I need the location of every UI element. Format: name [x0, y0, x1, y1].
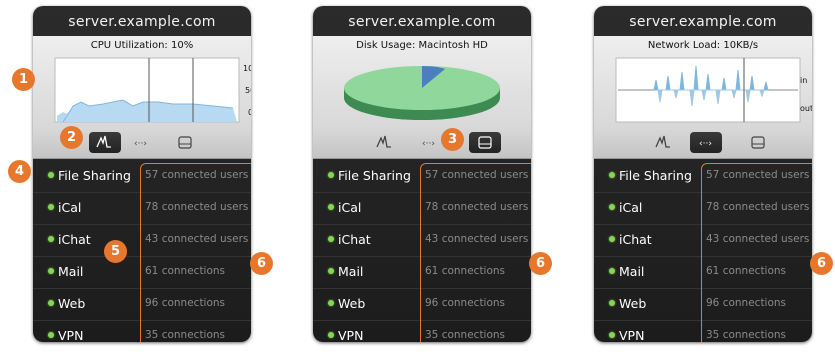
- tab-cpu[interactable]: [648, 132, 680, 153]
- values-highlight-box: [140, 163, 251, 342]
- callout-badge-2: 2: [60, 126, 83, 149]
- disk-drive-icon: [751, 136, 765, 149]
- y-axis-label-50: 50: [245, 86, 251, 95]
- server-status-panel-network: server.example.com Network Load: 10KB/s …: [594, 6, 812, 342]
- y-axis-label-100: 100: [243, 64, 251, 73]
- server-status-panel-cpu: server.example.com CPU Utilization: 10% …: [33, 6, 251, 342]
- svg-text:‹··›: ‹··›: [699, 139, 712, 149]
- service-name: iChat: [619, 232, 652, 247]
- status-dot: [48, 332, 54, 338]
- service-name: File Sharing: [619, 168, 692, 183]
- server-status-panel-disk: server.example.com Disk Usage: Macintosh…: [313, 6, 531, 342]
- panel-title: server.example.com: [68, 14, 216, 30]
- callout-badge-3: 3: [441, 128, 464, 151]
- disk-drive-icon: [178, 136, 192, 149]
- tab-network[interactable]: ‹··›: [690, 132, 722, 153]
- status-dot: [48, 268, 54, 274]
- status-dot: [328, 300, 334, 306]
- disk-graph: Disk Usage: Macintosh HD: [313, 36, 531, 128]
- callout-badge-1: 1: [12, 68, 35, 91]
- service-name: File Sharing: [338, 168, 411, 183]
- panel-title: server.example.com: [348, 14, 496, 30]
- tab-cpu[interactable]: [89, 132, 121, 153]
- status-dot: [328, 332, 334, 338]
- status-dot: [328, 236, 334, 242]
- svg-text:‹··›: ‹··›: [422, 139, 435, 149]
- callout-badge-4: 4: [8, 160, 31, 183]
- status-dot: [609, 172, 615, 178]
- status-dot: [609, 204, 615, 210]
- y-axis-label-out: out: [800, 104, 812, 113]
- network-load-chart: [615, 57, 801, 123]
- status-dot: [609, 236, 615, 242]
- status-dot: [328, 172, 334, 178]
- service-name: VPN: [338, 328, 364, 342]
- status-dot: [328, 268, 334, 274]
- cpu-graph-icon: [376, 135, 391, 148]
- disk-usage-pie: [344, 66, 500, 120]
- status-dot: [48, 300, 54, 306]
- y-axis-label-in: in: [800, 76, 808, 85]
- cpu-graph-icon: [655, 135, 670, 148]
- disk-drive-icon: [478, 136, 492, 149]
- service-name: Web: [58, 296, 86, 311]
- service-name: Mail: [619, 264, 645, 279]
- service-name: Web: [619, 296, 647, 311]
- tab-disk[interactable]: [169, 132, 201, 153]
- service-name: VPN: [619, 328, 645, 342]
- service-name: Web: [338, 296, 366, 311]
- network-arrows-icon: ‹··›: [134, 139, 147, 149]
- tab-cpu[interactable]: [369, 132, 401, 153]
- service-name: iCal: [338, 200, 362, 215]
- service-name: iCal: [619, 200, 643, 215]
- panel-title: server.example.com: [629, 14, 777, 30]
- service-name: File Sharing: [58, 168, 131, 183]
- status-dot: [609, 332, 615, 338]
- service-name: iChat: [58, 232, 91, 247]
- values-highlight-box: [701, 163, 812, 342]
- status-dot: [48, 172, 54, 178]
- service-name: iChat: [338, 232, 371, 247]
- values-highlight-box: [420, 163, 531, 342]
- status-dot: [609, 300, 615, 306]
- service-name: Mail: [58, 264, 84, 279]
- callout-badge-6: 6: [529, 252, 552, 275]
- callout-badge-6: 6: [810, 252, 833, 275]
- service-name: VPN: [58, 328, 84, 342]
- callout-badge-6: 6: [250, 252, 273, 275]
- status-dot: [48, 236, 54, 242]
- network-arrows-icon: ‹··›: [422, 139, 435, 149]
- network-graph: Network Load: 10KB/s in out: [594, 36, 812, 128]
- status-dot: [609, 268, 615, 274]
- status-dot: [328, 204, 334, 210]
- status-dot: [48, 204, 54, 210]
- view-tabs: ‹··›: [594, 128, 812, 159]
- service-name: Mail: [338, 264, 364, 279]
- callout-badge-5: 5: [104, 240, 127, 263]
- cpu-usage-chart: [54, 57, 240, 123]
- service-name: iCal: [58, 200, 82, 215]
- tab-network[interactable]: ‹··›: [125, 132, 157, 153]
- view-tabs: ‹··›: [313, 128, 531, 159]
- y-axis-label-0: 0: [248, 108, 251, 117]
- tab-disk[interactable]: [469, 132, 501, 153]
- tab-disk[interactable]: [742, 132, 774, 153]
- network-arrows-icon: ‹··›: [699, 139, 712, 149]
- tab-network[interactable]: ‹··›: [413, 132, 445, 153]
- svg-text:‹··›: ‹··›: [134, 139, 147, 149]
- cpu-graph-icon: [96, 135, 111, 148]
- cpu-graph: CPU Utilization: 10% 100 50 0: [33, 36, 251, 128]
